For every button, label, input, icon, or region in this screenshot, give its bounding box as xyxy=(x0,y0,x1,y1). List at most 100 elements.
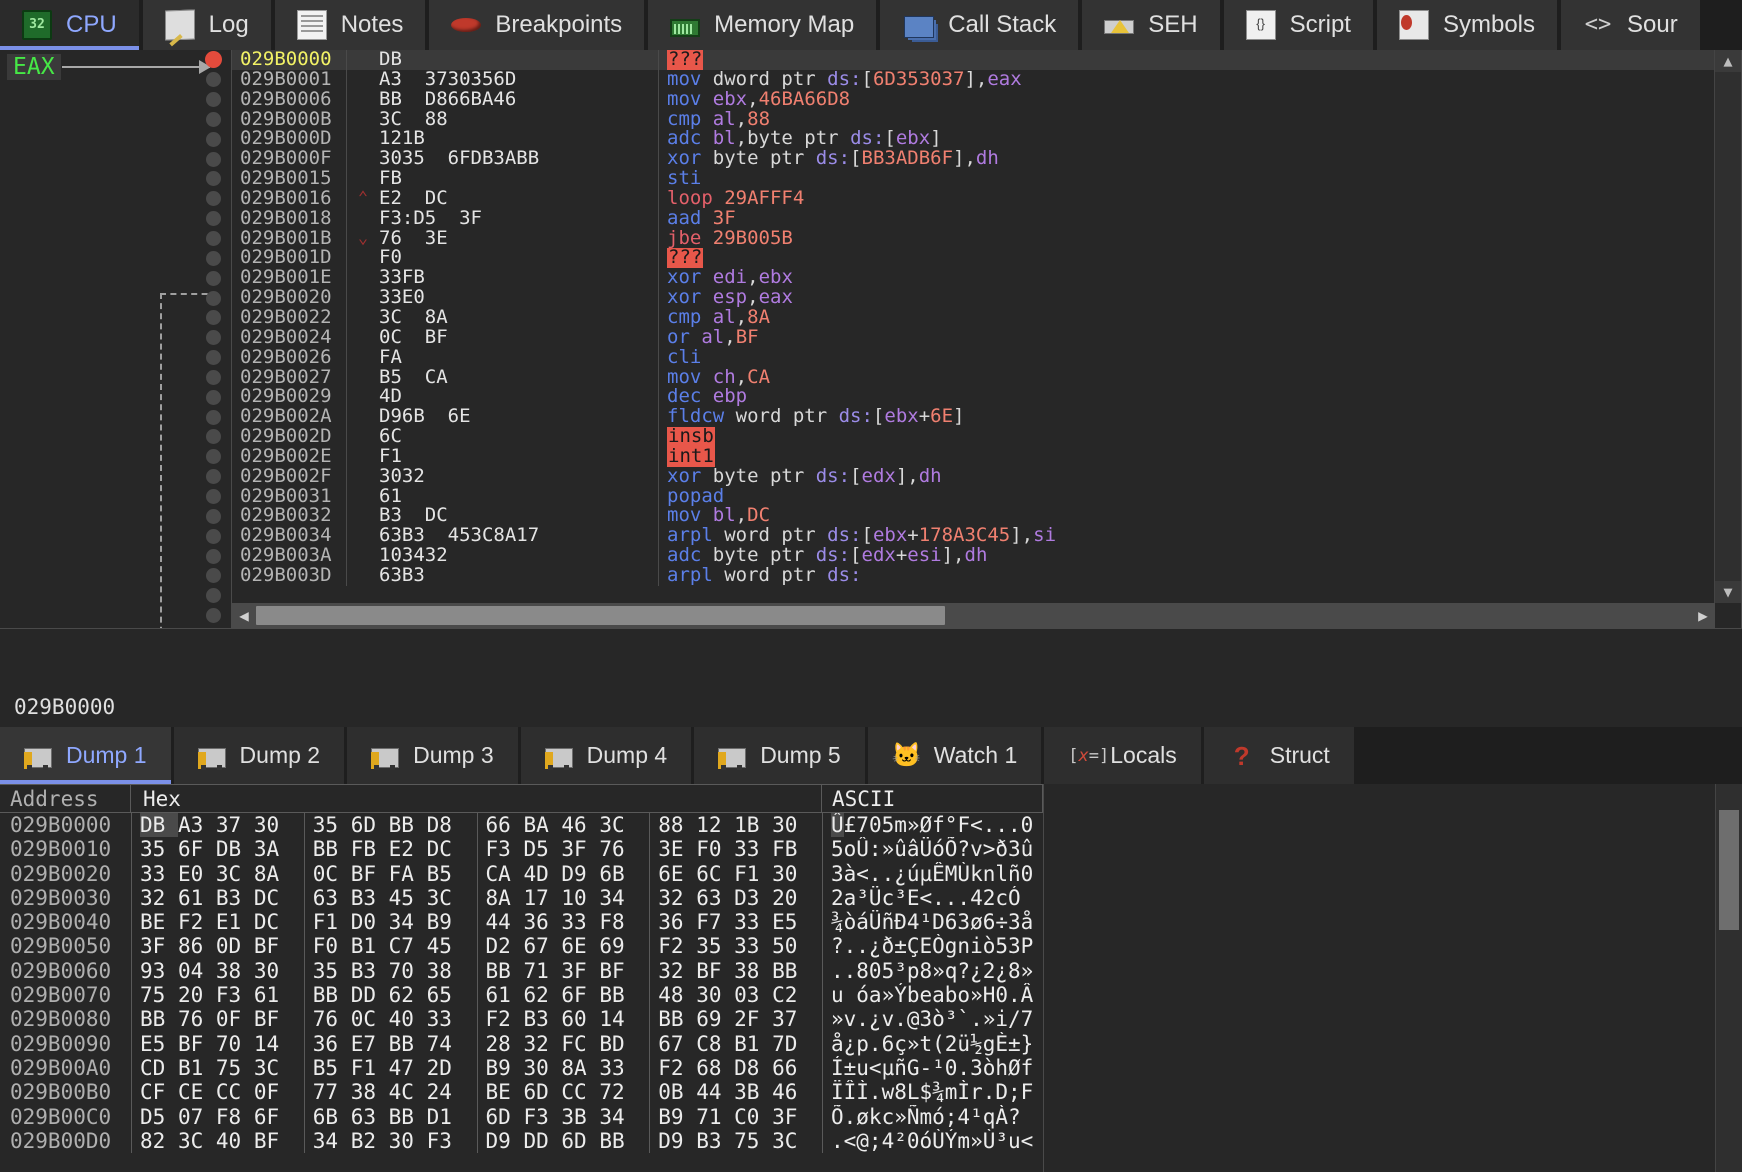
disasm-row[interactable]: 029B0034 63B3 453C8A17 arpl word ptr ds:[e… xyxy=(232,525,1715,547)
hex-byte[interactable]: 44 xyxy=(486,910,524,934)
hex-byte[interactable]: E2 xyxy=(389,837,427,861)
dump-tab-watch-1[interactable]: 🐱 Watch 1 xyxy=(867,727,1042,784)
hex-byte[interactable]: 69 xyxy=(599,934,624,958)
gutter-dot-icon[interactable] xyxy=(205,449,221,465)
hex-row[interactable]: 029B00A0 CD B1 75 3C B5 F1 47 2D B9 30 8A 3… xyxy=(0,1055,1043,1081)
hex-byte[interactable]: 3F xyxy=(140,934,178,958)
gutter-row[interactable] xyxy=(202,467,224,487)
hex-byte[interactable]: 70 xyxy=(389,959,427,983)
hex-byte[interactable]: 10 xyxy=(561,886,599,910)
disasm-row[interactable]: 029B002F 3032 xor byte ptr ds:[edx],dh xyxy=(232,466,1715,487)
hex-row[interactable]: 029B0040 BE F2 E1 DC F1 D0 34 B9 44 36 33 F… xyxy=(0,910,1043,935)
disasm-row[interactable]: 029B001B ⌄ 76 3E jbe 29B005B xyxy=(232,228,1715,249)
hex-byte[interactable]: 3F xyxy=(561,959,599,983)
hex-byte[interactable]: 6E xyxy=(561,934,599,958)
hex-byte[interactable]: 35 xyxy=(313,813,351,837)
dump-tab-dump-4[interactable]: Dump 4 xyxy=(520,727,692,784)
gutter-dot-icon[interactable] xyxy=(205,231,221,247)
hex-byte[interactable]: F2 xyxy=(658,1056,696,1080)
gutter-row[interactable] xyxy=(202,268,224,288)
hex-byte[interactable]: 3F xyxy=(561,837,599,861)
hex-byte[interactable]: BB xyxy=(486,959,524,983)
hex-byte[interactable]: 60 xyxy=(561,1007,599,1031)
gutter-dot-icon[interactable] xyxy=(205,488,221,504)
hex-byte[interactable]: 3C xyxy=(599,813,624,837)
hex-byte[interactable]: B1 xyxy=(351,934,389,958)
hex-dump-header[interactable]: Address Hex ASCII xyxy=(0,784,1043,813)
hex-byte[interactable]: 67 xyxy=(658,1032,696,1056)
hex-byte[interactable]: F3 xyxy=(427,1129,452,1153)
hex-byte[interactable]: F1 xyxy=(351,1056,389,1080)
disasm-row[interactable]: 029B0016 ⌃ E2 DC loop 29AFFF4 xyxy=(232,188,1715,209)
hex-byte[interactable]: 72 xyxy=(599,1080,624,1104)
scroll-right-icon[interactable]: ▶ xyxy=(1691,603,1715,628)
header-hex[interactable]: Hex xyxy=(131,784,822,813)
hex-byte[interactable]: 38 xyxy=(351,1080,389,1104)
hex-byte[interactable]: FC xyxy=(561,1032,599,1056)
tab-notes[interactable]: Notes xyxy=(274,0,426,50)
hex-byte[interactable]: B9 xyxy=(486,1056,524,1080)
hex-byte[interactable]: 3F xyxy=(772,1105,797,1129)
hex-byte[interactable]: E0 xyxy=(178,862,216,886)
hex-byte[interactable]: 38 xyxy=(427,959,452,983)
gutter-dot-icon[interactable] xyxy=(205,548,221,564)
disasm-horizontal-scrollbar[interactable]: ◀ ▶ xyxy=(232,603,1715,628)
hex-byte[interactable]: 67 xyxy=(523,934,561,958)
gutter-row[interactable] xyxy=(202,50,224,70)
hex-byte[interactable]: D2 xyxy=(486,934,524,958)
hex-byte[interactable]: 63 xyxy=(696,886,734,910)
hex-byte[interactable]: 0F xyxy=(216,1007,254,1031)
hex-byte[interactable]: DC xyxy=(254,910,279,934)
disasm-row[interactable]: 029B002D 6C insb xyxy=(232,426,1715,447)
gutter-dot-icon[interactable] xyxy=(205,290,221,306)
hex-byte[interactable]: D9 xyxy=(561,862,599,886)
hex-byte[interactable]: 71 xyxy=(523,959,561,983)
hex-byte[interactable]: 2D xyxy=(427,1056,452,1080)
hex-byte[interactable]: BB xyxy=(772,959,797,983)
hex-byte[interactable]: BB xyxy=(140,1007,178,1031)
hex-byte[interactable]: 35 xyxy=(313,959,351,983)
hex-byte[interactable]: 38 xyxy=(734,959,772,983)
hex-byte[interactable]: 30 xyxy=(772,813,797,837)
hex-byte[interactable]: 0C xyxy=(351,1007,389,1031)
disasm-row[interactable]: 029B0001 A3 3730356D mov dword ptr ds:[6D3… xyxy=(232,69,1715,90)
hex-byte[interactable]: 04 xyxy=(178,959,216,983)
hex-byte[interactable]: BF xyxy=(254,1129,279,1153)
breakpoint-gutter[interactable] xyxy=(202,50,224,628)
hex-byte[interactable]: C8 xyxy=(696,1032,734,1056)
hex-row[interactable]: 029B0070 75 20 F3 61 BB DD 62 65 61 62 6F B… xyxy=(0,983,1043,1008)
tab-call-stack[interactable]: Call Stack xyxy=(880,0,1079,50)
hex-byte[interactable]: 70 xyxy=(216,1032,254,1056)
hex-byte[interactable]: DD xyxy=(351,983,389,1007)
hex-byte[interactable]: F8 xyxy=(216,1105,254,1129)
hex-byte[interactable]: 6F xyxy=(178,837,216,861)
hex-byte[interactable]: 30 xyxy=(254,813,279,837)
gutter-row[interactable] xyxy=(202,606,224,626)
hex-byte[interactable]: 30 xyxy=(389,1129,427,1153)
hex-byte[interactable]: F0 xyxy=(313,934,351,958)
disasm-row[interactable]: 029B0024 0C BF or al,BF xyxy=(232,327,1715,348)
hex-byte[interactable]: 6D xyxy=(486,1105,524,1129)
hex-byte[interactable]: 32 xyxy=(140,886,178,910)
hex-byte[interactable]: 30 xyxy=(696,983,734,1007)
hex-row[interactable]: 029B00D0 82 3C 40 BF 34 B2 30 F3 D9 DD 6D B… xyxy=(0,1128,1043,1154)
disassembly-view[interactable]: 029B0000 DB??? 029B0001 A3 3730356D mov dwor… xyxy=(231,50,1742,628)
hex-row[interactable]: 029B0020 33 E0 3C 8A 0C BF FA B5 CA 4D D9 6… xyxy=(0,861,1043,886)
hex-byte[interactable]: 40 xyxy=(389,1007,427,1031)
gutter-dot-icon[interactable] xyxy=(205,508,221,524)
dump-tab-struct[interactable]: ? Struct xyxy=(1203,727,1354,784)
scroll-down-icon[interactable]: ▼ xyxy=(1715,581,1741,603)
hex-byte[interactable]: 24 xyxy=(427,1080,452,1104)
hex-byte[interactable]: DD xyxy=(523,1129,561,1153)
gutter-dot-icon[interactable] xyxy=(205,92,221,108)
gutter-row[interactable] xyxy=(202,70,224,90)
hex-byte[interactable]: F7 xyxy=(696,910,734,934)
hex-byte[interactable]: 36 xyxy=(523,910,561,934)
hex-byte[interactable]: 46 xyxy=(772,1080,797,1104)
hex-byte[interactable]: F8 xyxy=(599,910,624,934)
hex-byte[interactable]: FB xyxy=(772,837,797,861)
hex-row[interactable]: 029B0030 32 61 B3 DC 63 B3 45 3C 8A 17 10 3… xyxy=(0,885,1043,911)
hex-byte[interactable]: C7 xyxy=(389,934,427,958)
hex-byte[interactable]: DB xyxy=(140,813,178,837)
gutter-dot-icon[interactable] xyxy=(205,72,221,88)
